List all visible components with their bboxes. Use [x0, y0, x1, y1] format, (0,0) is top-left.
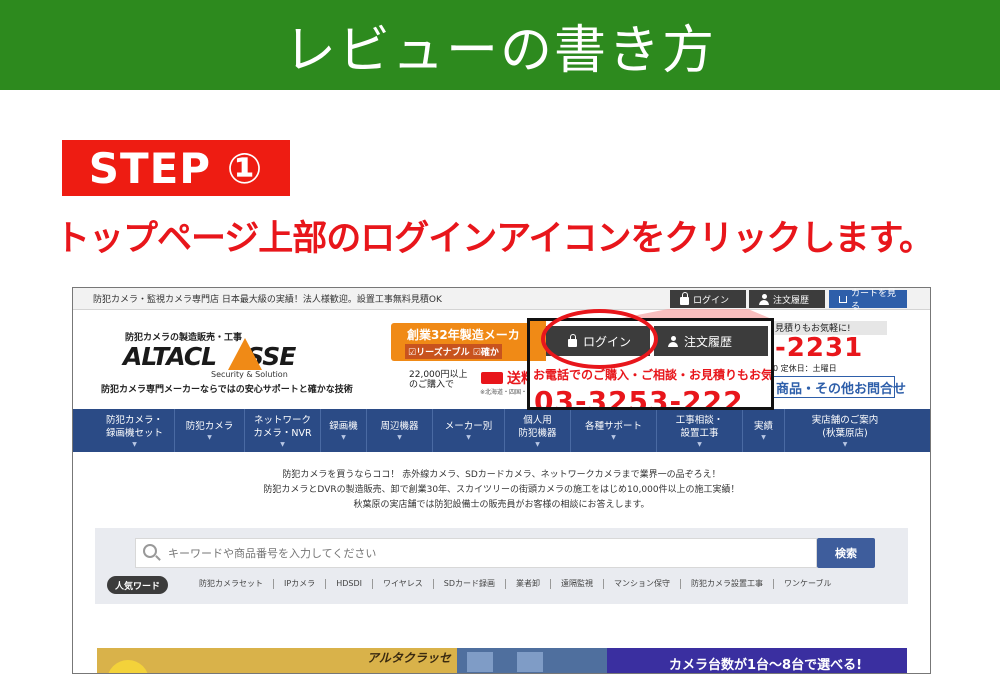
shipping-note: ※北海道・四国・	[480, 389, 528, 396]
contact-phone: -2231	[775, 333, 864, 363]
chevron-down-icon: ▼	[535, 440, 540, 448]
keyword-link[interactable]: マンション保守	[604, 579, 681, 589]
cart-label: カートを見る	[850, 289, 896, 312]
cart-button[interactable]: カートを見る	[829, 289, 907, 312]
topbar-text: 防犯カメラ・監視カメラ専門店 日本最大級の実績！法人様歓迎。設置工事無料見積OK	[93, 295, 442, 305]
popular-words-list: 防犯カメラセット IPカメラ HDSDI ワイヤレス SDカード録画 業者卸 遠…	[189, 579, 842, 589]
chevron-down-icon: ▼	[207, 434, 212, 441]
nav-item-support[interactable]: 各種サポート ▼	[571, 409, 657, 452]
popular-words-label: 人気ワード	[107, 576, 169, 594]
logo-wordmark: ALTACL SSE	[123, 342, 296, 371]
website-screenshot: 防犯カメラ・監視カメラ専門店 日本最大級の実績！法人様歓迎。設置工事無料見積OK…	[72, 287, 931, 674]
logo-cone-icon	[228, 338, 262, 370]
nav-item-by-maker[interactable]: メーカー別 ▼	[433, 409, 505, 452]
keyword-link[interactable]: ワンケーブル	[774, 579, 842, 589]
shipping-amount: 22,000円以上 のご購入で	[409, 370, 468, 390]
keyword-link[interactable]: 防犯カメラセット	[189, 579, 274, 589]
lock-icon	[680, 292, 689, 305]
chevron-down-icon: ▼	[761, 434, 766, 441]
zoom-order-label: 注文履歴	[684, 334, 733, 349]
keyword-link[interactable]: IPカメラ	[274, 579, 327, 589]
promo-line1: 創業32年製造メーカ	[407, 328, 520, 342]
login-button[interactable]: ログイン	[670, 290, 746, 308]
nav-item-peripherals[interactable]: 周辺機器 ▼	[367, 409, 433, 452]
nav-item-installation[interactable]: 工事相談・ 設置工事 ▼	[657, 409, 743, 452]
promo-banner[interactable]: 創業32年製造メーカ ☑リーズナブル ☑確か	[391, 323, 531, 361]
site-topbar: 防犯カメラ・監視カメラ専門店 日本最大級の実績！法人様歓迎。設置工事無料見積OK…	[73, 288, 930, 312]
nav-item-recorders[interactable]: 録画機 ▼	[321, 409, 367, 452]
chevron-down-icon: ▼	[466, 434, 471, 441]
nav-item-camera-sets[interactable]: 防犯カメラ・ 録画機セット ▼	[95, 409, 175, 452]
search-button[interactable]: 検索	[817, 538, 875, 568]
nav-item-network-cameras[interactable]: ネットワーク カメラ・NVR ▼	[245, 409, 321, 452]
keyword-link[interactable]: ワイヤレス	[373, 579, 434, 589]
banner-title: レビューの書き方	[283, 20, 716, 81]
search-icon	[143, 544, 157, 558]
site-logo[interactable]: 防犯カメラの製造販売・工事 ALTACL SSE Security & Solut…	[101, 330, 361, 400]
cart-icon	[839, 295, 847, 303]
chevron-down-icon: ▼	[132, 440, 137, 448]
chevron-down-icon: ▼	[341, 434, 346, 441]
zoom-order-history-button[interactable]: 注文履歴	[654, 326, 768, 356]
hero-banner-left[interactable]: アルタクラッセ	[97, 648, 457, 673]
order-history-button[interactable]: 注文履歴	[749, 290, 825, 308]
zoom-contact-line: お電話でのご購入・ご相談・お見積りもお気軽	[533, 368, 774, 382]
nav-item-store[interactable]: 実店舗のご案内 (秋葉原店) ▼	[785, 409, 905, 452]
header-banner: レビューの書き方	[0, 0, 1000, 90]
keyword-link[interactable]: HDSDI	[326, 579, 373, 589]
nav-item-cameras[interactable]: 防犯カメラ ▼	[175, 409, 245, 452]
keyword-link[interactable]: 防犯カメラ設置工事	[681, 579, 774, 589]
hero-brand: アルタクラッセ	[367, 651, 451, 665]
building-image	[457, 648, 607, 673]
nav-item-personal-security[interactable]: 個人用 防犯機器 ▼	[505, 409, 571, 452]
logo-security: Security & Solution	[211, 370, 288, 379]
hero-banner-right[interactable]: カメラ台数が1台〜8台で選べる!	[607, 648, 907, 673]
logo-tagline: 防犯カメラ専門メーカーならではの安心サポートと確かな技術	[101, 385, 353, 395]
nav-item-results[interactable]: 実績 ▼	[743, 409, 785, 452]
keyword-link[interactable]: 業者卸	[506, 579, 551, 589]
search-panel: 検索 人気ワード 防犯カメラセット IPカメラ HDSDI ワイヤレス SDカー…	[95, 528, 908, 604]
chevron-down-icon: ▼	[611, 434, 616, 441]
user-icon	[759, 293, 769, 305]
login-label: ログイン	[693, 295, 730, 306]
contact-button[interactable]: 商品・その他お問合せ	[773, 376, 906, 398]
chevron-down-icon: ▼	[280, 440, 285, 448]
truck-icon	[481, 372, 503, 384]
contact-hours: 0 定休日：土曜日	[773, 364, 837, 373]
search-input[interactable]	[135, 538, 817, 568]
highlight-circle	[541, 309, 658, 369]
chevron-down-icon: ▼	[397, 434, 402, 441]
user-icon	[668, 335, 678, 347]
keyword-link[interactable]: SDカード録画	[434, 579, 506, 589]
camera-count-text: カメラ台数が1台〜8台で選べる!	[669, 658, 863, 673]
promo-line2: ☑リーズナブル ☑確か	[405, 344, 502, 359]
step-instruction: トップページ上部のログインアイコンをクリックします。	[55, 219, 934, 259]
chevron-down-icon: ▼	[697, 440, 702, 448]
intro-text: 防犯カメラを買うならココ！ 赤外線カメラ、SDカードカメラ、ネットワークカメラま…	[263, 470, 740, 510]
zoom-phone-number: 03-3253-222	[534, 385, 744, 410]
step-badge: STEP ①	[62, 140, 290, 196]
chevron-down-icon: ▼	[842, 440, 848, 448]
keyword-link[interactable]: 遠隔監視	[551, 579, 604, 589]
order-history-label: 注文履歴	[773, 295, 810, 306]
main-nav: 防犯カメラ・ 録画機セット ▼ 防犯カメラ ▼ ネットワーク カメラ・NVR ▼ 録画機 ▼…	[73, 409, 930, 452]
